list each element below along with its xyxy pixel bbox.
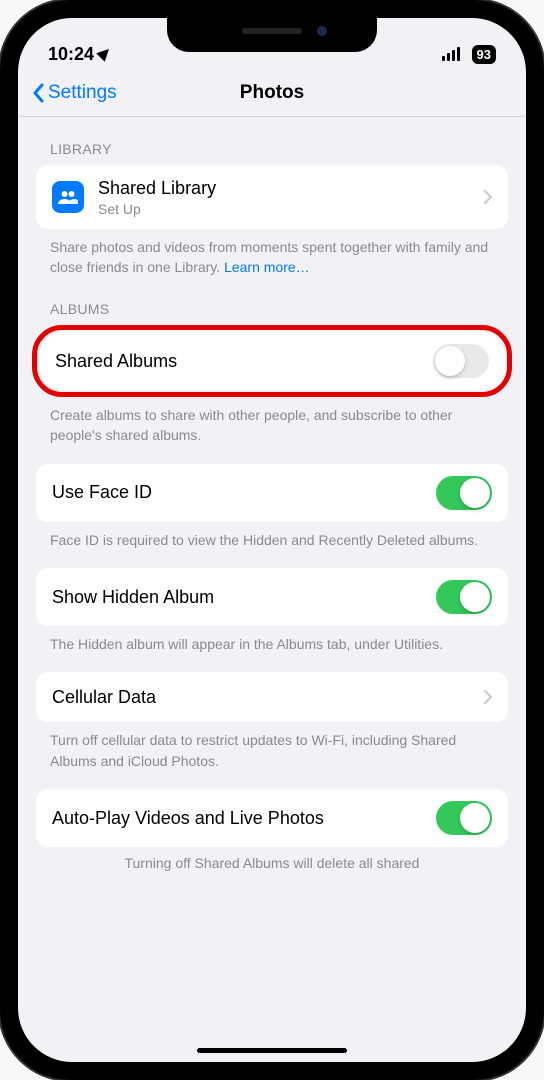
notch: [167, 18, 377, 52]
home-indicator[interactable]: [197, 1048, 347, 1053]
face-id-row[interactable]: Use Face ID: [36, 464, 508, 522]
people-icon: [52, 181, 84, 213]
chevron-right-icon: [484, 190, 492, 204]
albums-footer: Create albums to share with other people…: [36, 397, 508, 446]
autoplay-toggle[interactable]: [436, 801, 492, 835]
status-time: 10:24: [48, 44, 94, 65]
nav-bar: Settings Photos: [18, 72, 526, 117]
signal-icon: [442, 47, 460, 61]
shared-library-subtitle: Set Up: [98, 201, 484, 217]
shared-library-row[interactable]: Shared Library Set Up: [36, 165, 508, 229]
library-header: LIBRARY: [36, 117, 508, 165]
page-title: Photos: [240, 82, 304, 104]
chevron-left-icon: [32, 83, 44, 103]
hidden-album-footer: The Hidden album will appear in the Albu…: [36, 626, 508, 654]
albums-header: ALBUMS: [36, 277, 508, 325]
autoplay-footer-partial: Turning off Shared Albums will delete al…: [36, 847, 508, 871]
autoplay-title: Auto-Play Videos and Live Photos: [52, 807, 436, 830]
highlight-annotation: Shared Albums: [32, 325, 512, 397]
back-label: Settings: [48, 82, 117, 104]
shared-library-title: Shared Library: [98, 177, 484, 200]
cellular-data-row[interactable]: Cellular Data: [36, 672, 508, 722]
phone-screen: 10:24 93 Settings Photos: [18, 18, 526, 1062]
learn-more-link[interactable]: Learn more…: [224, 259, 310, 275]
face-id-title: Use Face ID: [52, 481, 436, 504]
hidden-album-row[interactable]: Show Hidden Album: [36, 568, 508, 626]
hidden-album-title: Show Hidden Album: [52, 586, 436, 609]
chevron-right-icon: [484, 690, 492, 704]
hidden-album-toggle[interactable]: [436, 580, 492, 614]
cellular-footer: Turn off cellular data to restrict updat…: [36, 722, 508, 771]
back-button[interactable]: Settings: [32, 82, 117, 104]
face-id-footer: Face ID is required to view the Hidden a…: [36, 522, 508, 550]
library-footer: Share photos and videos from moments spe…: [36, 229, 508, 278]
autoplay-row[interactable]: Auto-Play Videos and Live Photos: [36, 789, 508, 847]
cellular-data-title: Cellular Data: [52, 686, 484, 709]
phone-frame: 10:24 93 Settings Photos: [0, 0, 544, 1080]
content-scroll[interactable]: LIBRARY Shared Library Set Up Share phot…: [18, 117, 526, 1051]
shared-albums-toggle[interactable]: [433, 344, 489, 378]
shared-albums-title: Shared Albums: [55, 350, 433, 373]
shared-albums-row[interactable]: Shared Albums: [39, 332, 505, 390]
face-id-toggle[interactable]: [436, 476, 492, 510]
location-icon: [96, 45, 113, 62]
battery-badge: 93: [472, 45, 496, 64]
